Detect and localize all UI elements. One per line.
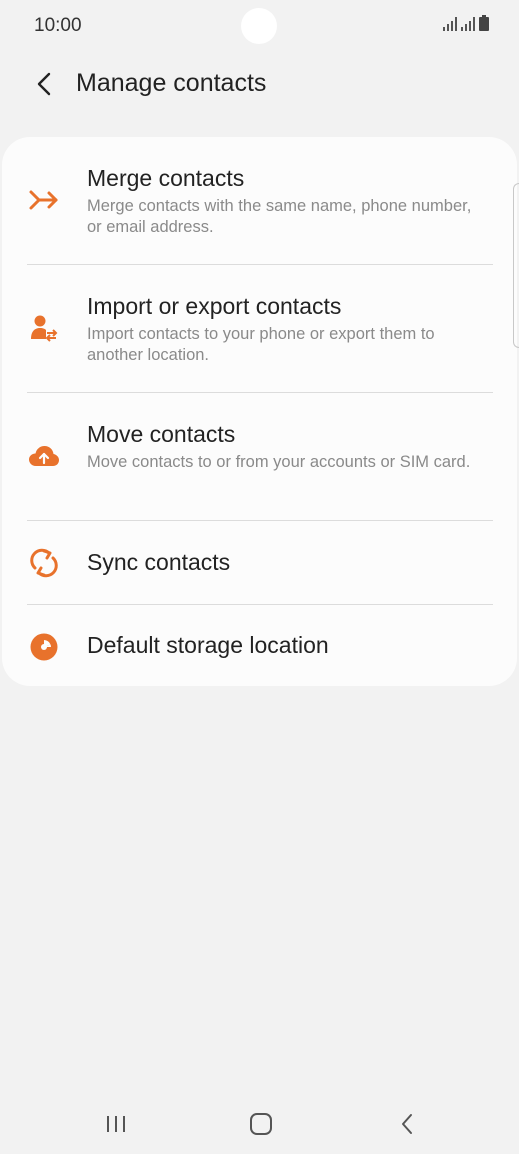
status-time: 10:00 bbox=[34, 15, 82, 36]
merge-icon bbox=[26, 182, 62, 218]
chevron-left-icon bbox=[37, 72, 51, 96]
nav-back-button[interactable] bbox=[377, 1094, 437, 1154]
status-icons bbox=[443, 15, 489, 31]
storage-pie-icon bbox=[26, 629, 62, 665]
recents-button[interactable] bbox=[86, 1094, 146, 1154]
signal-icon bbox=[461, 17, 475, 31]
signal-icon bbox=[443, 17, 457, 31]
battery-icon bbox=[479, 15, 489, 31]
home-button[interactable] bbox=[231, 1094, 291, 1154]
import-export-icon bbox=[26, 310, 62, 346]
menu-item-title: Merge contacts bbox=[87, 165, 245, 191]
menu-item-import-export-contacts[interactable]: Import or export contacts Import contact… bbox=[2, 265, 517, 393]
menu-item-merge-contacts[interactable]: Merge contacts Merge contacts with the s… bbox=[2, 137, 517, 264]
recents-icon bbox=[107, 1116, 125, 1132]
page-title: Manage contacts bbox=[76, 69, 267, 97]
menu-item-subtitle: Move contacts to or from your accounts o… bbox=[87, 453, 471, 471]
back-button[interactable] bbox=[24, 64, 64, 104]
menu-item-sync-contacts[interactable]: Sync contacts bbox=[2, 521, 517, 604]
menu-item-title: Sync contacts bbox=[87, 549, 231, 575]
cloud-upload-icon bbox=[26, 438, 62, 474]
menu-item-title: Default storage location bbox=[87, 632, 329, 658]
menu-item-subtitle: Import contacts to your phone or export … bbox=[87, 325, 435, 364]
app-header: Manage contacts bbox=[0, 56, 519, 112]
camera-cutout bbox=[241, 8, 277, 44]
menu-item-subtitle: Merge contacts with the same name, phone… bbox=[87, 197, 472, 236]
status-bar: 10:00 bbox=[0, 0, 519, 52]
menu-item-title: Move contacts bbox=[87, 421, 236, 447]
back-icon bbox=[402, 1114, 412, 1134]
home-icon bbox=[250, 1113, 272, 1135]
menu-item-move-contacts[interactable]: Move contacts Move contacts to or from y… bbox=[2, 393, 517, 521]
navigation-bar bbox=[0, 1094, 519, 1154]
menu-item-default-storage-location[interactable]: Default storage location bbox=[2, 605, 517, 686]
sync-icon bbox=[26, 545, 62, 581]
scroll-indicator[interactable] bbox=[513, 183, 519, 348]
menu-item-title: Import or export contacts bbox=[87, 293, 342, 319]
menu-card: Merge contacts Merge contacts with the s… bbox=[2, 137, 517, 686]
